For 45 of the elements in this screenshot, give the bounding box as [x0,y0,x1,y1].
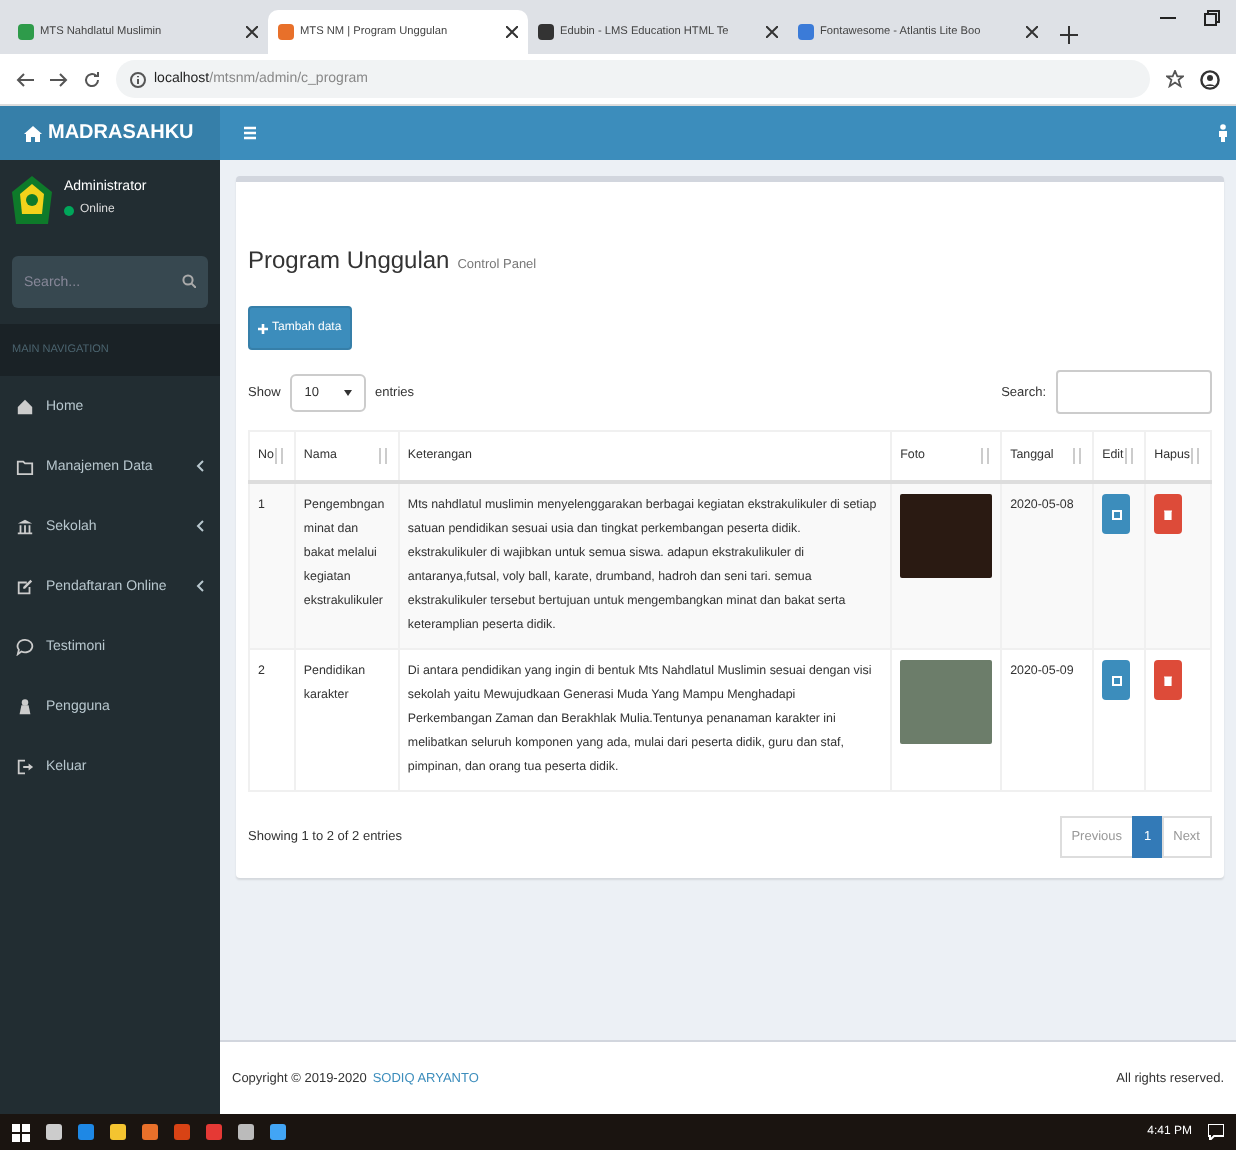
add-icon[interactable] [1060,26,1078,44]
info-icon [130,71,146,87]
nav-icon [16,577,34,595]
site-icon [278,24,294,40]
nav-icon [16,517,34,535]
reload-icon[interactable] [84,71,100,87]
delete-button[interactable] [1154,660,1183,700]
delete-button[interactable] [1154,494,1183,534]
forward-icon[interactable] [50,71,68,87]
site-icon [18,24,34,40]
site-icon [798,24,814,40]
nav-icon [16,757,34,775]
star-icon[interactable] [1166,70,1184,88]
photo-placeholder [900,494,993,578]
search-icon[interactable] [182,274,196,288]
status-dot [64,205,74,215]
brand-logo[interactable]: MADRASAHKU [0,106,220,160]
close-icon[interactable] [1026,26,1038,38]
account-icon[interactable] [1200,69,1220,89]
school-logo-icon [12,176,52,224]
edit-button[interactable] [1102,660,1131,700]
restore-icon[interactable] [1204,9,1220,25]
nav-icon [16,697,34,715]
edit-button[interactable] [1102,494,1131,534]
menu-icon[interactable] [244,126,256,140]
site-icon [538,24,554,40]
chevron-icon [196,580,204,592]
nav-icon [16,397,34,415]
chevron-icon [196,460,204,472]
nav-icon [16,637,34,655]
close-icon[interactable] [766,26,778,38]
nav-icon [16,457,34,475]
back-icon[interactable] [16,71,34,87]
chevron-icon [196,520,204,532]
photo-placeholder [900,660,993,744]
close-icon[interactable] [506,26,518,38]
home-icon [24,125,42,141]
page-title: Program Unggulan [248,246,450,274]
user-icon[interactable] [1218,124,1228,142]
windows-icon[interactable] [12,1123,30,1141]
plus-icon [258,323,268,333]
caret-icon [343,389,351,395]
close-icon[interactable] [246,26,258,38]
table-search-field[interactable] [1056,370,1212,414]
notification-icon[interactable] [1208,1124,1224,1140]
